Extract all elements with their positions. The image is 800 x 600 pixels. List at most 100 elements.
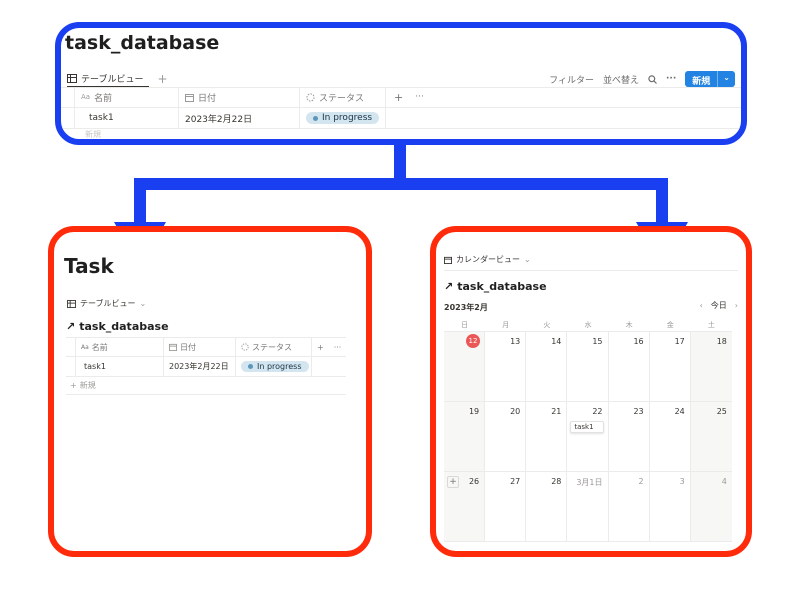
add-view-icon[interactable]: + [157, 72, 167, 86]
link-arrow-icon: ↗ [444, 280, 454, 293]
text-type-icon: Aa [81, 93, 91, 101]
calendar-month-label: 2023年2月 [444, 303, 488, 312]
calendar-day[interactable]: 3月1日 [567, 472, 609, 542]
calendar-day[interactable]: 20 [485, 402, 527, 472]
linked-database-title[interactable]: ↗ task_database [66, 320, 169, 333]
chevron-down-icon: ⌄ [524, 255, 531, 264]
column-status-header[interactable]: ステータス [236, 338, 312, 356]
today-button[interactable]: 今日 [711, 300, 727, 311]
calendar-day[interactable]: 22 task1 [567, 402, 609, 472]
weekday-label: 金 [666, 321, 674, 329]
calendar-nav: ‹ 今日 › [700, 300, 738, 311]
status-icon [241, 343, 249, 351]
calendar-week: 19 20 21 22 task1 23 24 25 [444, 402, 732, 472]
table-row[interactable]: task1 2023年2月22日 In progress [61, 108, 741, 128]
calendar-day[interactable]: 24 [649, 402, 691, 472]
calendar-day[interactable]: 27 [485, 472, 527, 542]
calendar-grid: 日 月 火 水 木 金 土 12 13 14 15 16 17 18 19 20… [444, 318, 732, 542]
calendar-day[interactable]: + 26 [444, 472, 486, 542]
new-button-label: 新規 [692, 77, 711, 87]
chevron-down-icon[interactable]: ⌄ [717, 71, 735, 87]
calendar-week: + 26 27 28 3月1日 2 3 4 [444, 472, 732, 542]
column-status-header[interactable]: ステータス [300, 87, 386, 107]
column-more-icon[interactable]: ··· [334, 343, 342, 352]
column-name-header[interactable]: Aa 名前 [75, 87, 179, 107]
new-row-button[interactable]: + 新規 [66, 377, 346, 395]
calendar-icon [444, 256, 452, 264]
calendar-day[interactable]: 23 [608, 402, 650, 472]
weekday-label: 木 [625, 321, 633, 329]
weekday-label: 土 [707, 321, 715, 329]
add-column-icon[interactable]: + [317, 343, 324, 352]
calendar-day[interactable]: 12 [444, 332, 486, 402]
status-badge: In progress [241, 361, 309, 372]
calendar-day[interactable]: 18 [690, 332, 732, 402]
table-icon [67, 73, 77, 83]
calendar-day[interactable]: 17 [649, 332, 691, 402]
row-name-cell[interactable]: task1 [75, 108, 179, 128]
row-date-cell[interactable]: 2023年2月22日 [164, 357, 236, 376]
database-title: task_database [65, 32, 220, 54]
calendar-day[interactable]: 19 [444, 402, 486, 472]
calendar-day[interactable]: 16 [608, 332, 650, 402]
calendar-view-frame: カレンダービュー ⌄ ↗ task_database 2023年2月 ‹ 今日 … [430, 226, 752, 557]
today-badge: 12 [466, 334, 480, 348]
row-status-cell[interactable]: In progress [236, 357, 312, 376]
weekday-label: 水 [584, 321, 592, 329]
table-icon [67, 299, 76, 308]
tab-table-view[interactable]: テーブルビュー [67, 70, 150, 88]
column-more-icon[interactable]: ··· [415, 92, 424, 102]
weekday-header: 日 月 火 水 木 金 土 [444, 318, 732, 332]
linked-table-page-frame: Task テーブルビュー ⌄ ↗ task_database Aa 名前 日付 … [48, 226, 372, 557]
row-status-cell[interactable]: In progress [300, 108, 386, 128]
tab-calendar-view[interactable]: カレンダービュー ⌄ [444, 254, 531, 265]
database-table-frame: task_database テーブルビュー + フィルター 並べ替え ··· 新… [55, 22, 747, 145]
add-column-icon[interactable]: + [394, 91, 403, 104]
linked-database-title[interactable]: ↗ task_database [444, 280, 547, 293]
weekday-label: 月 [502, 321, 510, 329]
weekday-label: 日 [461, 321, 469, 329]
text-type-icon: Aa [81, 343, 89, 351]
calendar-day[interactable]: 28 [526, 472, 568, 542]
link-arrow-icon: ↗ [66, 320, 76, 333]
new-row-button[interactable]: 新規 [85, 129, 101, 139]
tab-table-view[interactable]: テーブルビュー ⌄ [67, 298, 146, 309]
calendar-icon [169, 343, 177, 351]
view-toolbar: テーブルビュー + フィルター 並べ替え ··· 新規 ⌄ [67, 70, 735, 88]
status-icon [306, 92, 315, 102]
weekday-label: 火 [543, 321, 551, 329]
calendar-day[interactable]: 14 [526, 332, 568, 402]
new-button[interactable]: 新規 ⌄ [685, 71, 735, 87]
chevron-left-icon[interactable]: ‹ [700, 301, 703, 310]
status-badge: In progress [306, 112, 380, 124]
calendar-day[interactable]: 21 [526, 402, 568, 472]
calendar-day[interactable]: 3 [649, 472, 691, 542]
column-name-header[interactable]: Aa 名前 [76, 338, 164, 356]
column-date-header[interactable]: 日付 [179, 87, 300, 107]
row-name-cell[interactable]: task1 [76, 357, 164, 376]
chevron-right-icon[interactable]: › [735, 301, 738, 310]
row-date-cell[interactable]: 2023年2月22日 [179, 108, 300, 128]
calendar-event[interactable]: task1 [570, 421, 605, 433]
filter-button[interactable]: フィルター [549, 73, 594, 86]
table-header: Aa 名前 日付 ステータス + ··· [61, 87, 741, 107]
column-date-header[interactable]: 日付 [164, 338, 236, 356]
calendar-icon [185, 93, 194, 102]
add-event-icon[interactable]: + [447, 476, 459, 488]
calendar-day[interactable]: 25 [690, 402, 732, 472]
table-header: Aa 名前 日付 ステータス + ··· [66, 337, 346, 357]
connector-horizontal [134, 178, 668, 190]
calendar-day[interactable]: 4 [690, 472, 732, 542]
calendar-week: 12 13 14 15 16 17 18 [444, 332, 732, 402]
calendar-day[interactable]: 2 [608, 472, 650, 542]
sort-button[interactable]: 並べ替え [603, 73, 639, 86]
calendar-day[interactable]: 15 [567, 332, 609, 402]
more-options-icon[interactable]: ··· [666, 74, 676, 84]
linked-table: Aa 名前 日付 ステータス + ··· task1 2023年2月22日 In… [66, 337, 346, 395]
calendar-day[interactable]: 13 [485, 332, 527, 402]
connector-left-stem [134, 178, 146, 224]
table-row[interactable]: task1 2023年2月22日 In progress [66, 357, 346, 377]
chevron-down-icon: ⌄ [139, 299, 147, 308]
search-icon[interactable] [648, 74, 657, 84]
connector-right-stem [656, 178, 668, 224]
